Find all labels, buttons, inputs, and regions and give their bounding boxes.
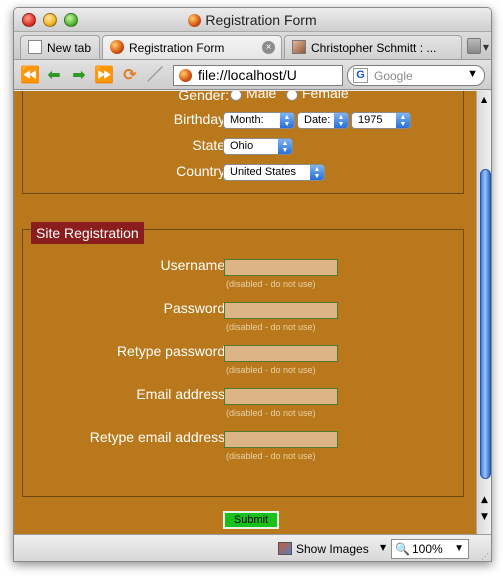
chevron-down-icon[interactable]: ▼ — [483, 43, 489, 52]
retype-password-note: (disabled - do not use) — [226, 365, 316, 375]
gender-label: Gender: — [178, 91, 229, 103]
show-images-label[interactable]: Show Images — [296, 542, 369, 556]
email-note: (disabled - do not use) — [226, 408, 316, 418]
country-label: Country: — [176, 163, 229, 179]
tab-label: New tab — [47, 41, 92, 55]
url-text: file://localhost/U — [198, 67, 297, 83]
email-field[interactable] — [224, 388, 338, 405]
forward-arrow-icon[interactable]: ➡ — [69, 66, 89, 84]
select-arrows-icon: ▲ ▼ — [334, 113, 348, 128]
month-select[interactable]: Month: ▲ ▼ — [223, 112, 295, 129]
avatar-icon — [292, 40, 306, 54]
tab-christopher-schmitt[interactable]: Christopher Schmitt : ... — [284, 35, 462, 59]
chevron-down-icon[interactable]: ▼ — [467, 68, 478, 80]
title-bar: Registration Form — [14, 8, 491, 32]
retype-password-label: Retype password: — [116, 343, 229, 359]
url-bar[interactable]: file://localhost/U — [173, 65, 343, 86]
password-label: Password: — [163, 300, 229, 316]
scrollbar-thumb[interactable] — [480, 169, 491, 479]
resize-grip-icon[interactable]: ⋰ — [481, 552, 489, 561]
email-label: Email address: — [136, 386, 229, 402]
year-select[interactable]: 1975 ▲ ▼ — [351, 112, 411, 129]
page-content: Gender: Male Female Birthday: Month: ▲ ▼ D… — [14, 91, 476, 534]
password-field[interactable] — [224, 302, 338, 319]
select-arrows-icon: ▲ ▼ — [278, 139, 292, 154]
select-arrows-icon: ▲ ▼ — [396, 113, 410, 128]
scroll-up-arrow-icon[interactable]: ▲ — [481, 95, 487, 104]
firefox-icon — [110, 40, 124, 54]
country-select-value: United States — [230, 166, 297, 178]
tab-new-tab[interactable]: New tab — [20, 35, 100, 59]
zoom-select[interactable]: 🔍 100% ▼ — [391, 539, 469, 559]
stop-icon[interactable]: ／ — [145, 66, 165, 84]
tab-label: Registration Form — [129, 41, 225, 55]
scroll-up-arrow-icon[interactable]: ▲ — [481, 495, 488, 505]
retype-email-label: Retype email address: — [89, 429, 229, 445]
username-label: Username: — [160, 257, 229, 273]
trash-icon[interactable] — [467, 38, 481, 54]
site-registration-legend: Site Registration — [31, 222, 144, 244]
year-select-value: 1975 — [358, 114, 383, 126]
birthday-label: Birthday: — [173, 111, 229, 127]
page-favicon-icon — [179, 69, 192, 82]
radio-male-label: Male — [246, 91, 277, 101]
tab-label: Christopher Schmitt : ... — [311, 41, 437, 55]
select-arrows-icon: ▲ ▼ — [310, 165, 324, 180]
country-select[interactable]: United States ▲ ▼ — [223, 164, 325, 181]
select-arrows-icon: ▲ ▼ — [280, 113, 294, 128]
google-icon[interactable]: G — [353, 68, 368, 83]
username-field[interactable] — [224, 259, 338, 276]
date-select-value: Date: — [304, 114, 331, 126]
username-note: (disabled - do not use) — [226, 279, 316, 289]
search-box[interactable]: G Google ▼ — [347, 65, 485, 86]
tab-bar: New tab Registration Form × Christopher … — [14, 32, 491, 60]
submit-button[interactable]: Submit — [223, 511, 279, 529]
state-select-value: Ohio — [230, 140, 254, 152]
state-select[interactable]: Ohio ▲ ▼ — [223, 138, 293, 155]
password-note: (disabled - do not use) — [226, 322, 316, 332]
radio-female-label: Female — [302, 91, 349, 101]
magnifier-icon: 🔍 — [395, 542, 410, 556]
vertical-scrollbar[interactable]: ▲ ▲ ▼ — [476, 91, 491, 534]
scroll-down-arrow-icon[interactable]: ▼ — [481, 512, 488, 522]
retype-password-field[interactable] — [224, 345, 338, 362]
tab-close-icon[interactable]: × — [262, 41, 275, 54]
tab-registration-form[interactable]: Registration Form × — [102, 35, 282, 59]
window-title-text: Registration Form — [205, 12, 317, 28]
zoom-value: 100% — [412, 542, 443, 556]
status-bar: Show Images ▼ 🔍 100% ▼ ⋰ — [14, 534, 491, 561]
back-arrow-icon[interactable]: ⬅ — [44, 66, 64, 84]
retype-email-field[interactable] — [224, 431, 338, 448]
new-document-icon — [28, 40, 42, 54]
navigation-toolbar: ⏪ ⬅ ➡ ⏩ ⟳ ／ file://localhost/U G Google … — [14, 60, 491, 90]
browser-window: Registration Form New tab Registration F… — [13, 7, 492, 562]
image-icon[interactable] — [278, 542, 292, 555]
window-title: Registration Form — [14, 12, 491, 28]
firefox-icon — [188, 14, 202, 27]
retype-email-note: (disabled - do not use) — [226, 451, 316, 461]
chevron-down-icon: ▼ — [454, 543, 464, 554]
chevron-down-icon[interactable]: ▼ — [380, 543, 386, 552]
reload-icon[interactable]: ⟳ — [120, 66, 140, 84]
date-select[interactable]: Date: ▲ ▼ — [297, 112, 349, 129]
month-select-value: Month: — [230, 114, 264, 126]
go-last-icon[interactable]: ⏩ — [94, 66, 114, 84]
search-placeholder: Google — [374, 69, 413, 83]
go-first-icon[interactable]: ⏪ — [20, 66, 40, 84]
